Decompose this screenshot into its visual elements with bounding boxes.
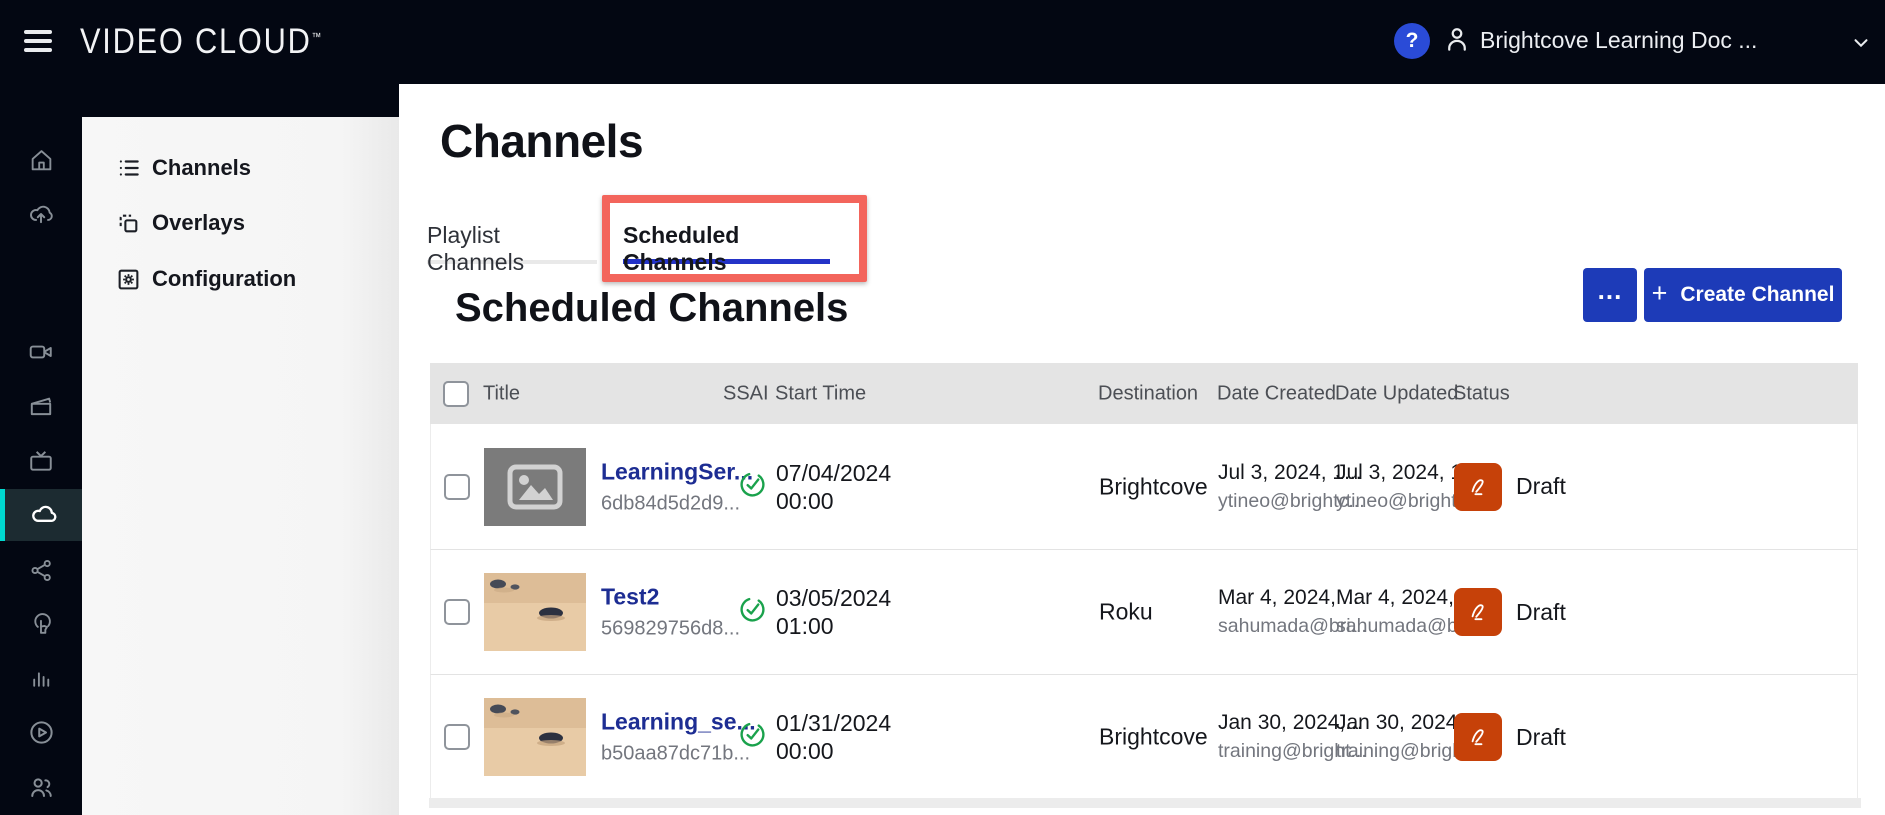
destination-cell: Brightcove	[1099, 724, 1208, 751]
status-cell: Draft	[1454, 463, 1566, 511]
account-menu[interactable]: Brightcove Learning Doc ...	[1480, 27, 1757, 54]
table-header: Title SSAI Start Time Destination Date C…	[430, 363, 1858, 424]
placeholder-image-icon	[484, 448, 586, 526]
channel-title-link[interactable]: LearningSer...	[601, 458, 753, 485]
rail-interactivity-icon[interactable]	[0, 598, 82, 650]
column-header-destination[interactable]: Destination	[1098, 382, 1198, 405]
draft-pen-icon	[1454, 588, 1502, 636]
column-header-ssai[interactable]: SSAI	[723, 382, 769, 405]
sidebar-item-channels[interactable]: Channels	[82, 145, 399, 191]
column-header-start-time[interactable]: Start Time	[775, 382, 866, 405]
sidebar-item-label: Overlays	[152, 210, 245, 236]
rail-tv-icon[interactable]	[0, 435, 82, 487]
list-icon	[116, 155, 142, 181]
nav-rail	[0, 84, 82, 815]
table-row: Learning_se... b50aa87dc71b... 01/31/202…	[430, 674, 1858, 799]
sidebar-item-configuration[interactable]: Configuration	[82, 256, 399, 302]
status-label: Draft	[1516, 473, 1566, 500]
page-title: Channels	[440, 114, 643, 168]
main-content: Channels Playlist Channels Scheduled Cha…	[399, 84, 1885, 815]
sidebar-item-label: Channels	[152, 155, 251, 181]
column-header-title[interactable]: Title	[483, 382, 520, 405]
channel-id: 6db84d5d2d9...	[601, 492, 753, 515]
channels-sidebar: Channels Overlays Configuration	[82, 117, 399, 815]
table-bottom-divider	[429, 798, 1861, 808]
rail-play-circle-icon[interactable]	[0, 706, 82, 758]
column-header-date-created[interactable]: Date Created	[1217, 382, 1336, 405]
rail-share-icon[interactable]	[0, 544, 82, 596]
status-label: Draft	[1516, 599, 1566, 626]
status-cell: Draft	[1454, 588, 1566, 636]
tab-playlist-channels[interactable]: Playlist Channels	[427, 222, 597, 264]
select-all-checkbox[interactable]	[443, 381, 469, 407]
ssai-check-icon	[738, 720, 767, 754]
ssai-check-icon	[738, 470, 767, 504]
start-time-cell: 07/04/2024 00:00	[776, 459, 891, 515]
rail-analytics-icon[interactable]	[0, 652, 82, 704]
chevron-down-icon[interactable]	[1850, 32, 1872, 59]
rail-upload-icon[interactable]	[0, 188, 82, 240]
section-title: Scheduled Channels	[455, 286, 848, 331]
overlays-icon	[116, 211, 142, 236]
rail-home-icon[interactable]	[0, 134, 82, 186]
top-bar: VIDEO CLOUD™ ? Brightcove Learning Doc .…	[0, 0, 1885, 84]
rail-channels-cloud-icon[interactable]	[0, 489, 82, 541]
draft-pen-icon	[1454, 463, 1502, 511]
scheduled-channels-table: Title SSAI Start Time Destination Date C…	[430, 363, 1858, 799]
hamburger-menu-icon[interactable]	[24, 30, 52, 54]
channel-thumbnail[interactable]	[484, 698, 586, 776]
channel-id: b50aa87dc71b...	[601, 743, 756, 766]
status-cell: Draft	[1454, 713, 1566, 761]
channel-id: 569829756d8...	[601, 618, 740, 641]
tab-scheduled-channels[interactable]: Scheduled Channels	[623, 222, 830, 264]
video-cloud-logo: VIDEO CLOUD™	[80, 22, 321, 62]
row-checkbox[interactable]	[444, 599, 470, 625]
destination-cell: Roku	[1099, 599, 1153, 626]
user-icon	[1442, 24, 1472, 59]
draft-pen-icon	[1454, 713, 1502, 761]
table-row: Test2 569829756d8... 03/05/2024 01:00 Ro…	[430, 549, 1858, 674]
plus-icon: +	[1652, 278, 1668, 309]
row-checkbox[interactable]	[444, 724, 470, 750]
sidebar-item-label: Configuration	[152, 266, 296, 292]
create-channel-button[interactable]: + Create Channel	[1644, 268, 1842, 322]
destination-cell: Brightcove	[1099, 473, 1208, 500]
column-header-date-updated[interactable]: Date Updated	[1335, 382, 1458, 405]
channel-title-link[interactable]: Learning_se...	[601, 709, 756, 736]
start-time-cell: 01/31/2024 00:00	[776, 709, 891, 765]
gear-square-icon	[116, 267, 142, 292]
help-button[interactable]: ?	[1394, 23, 1430, 59]
ssai-check-icon	[738, 595, 767, 629]
rail-users-icon[interactable]	[0, 761, 82, 813]
channel-title-link[interactable]: Test2	[601, 584, 740, 611]
rail-clapperboard-icon[interactable]	[0, 380, 82, 432]
row-checkbox[interactable]	[444, 474, 470, 500]
status-label: Draft	[1516, 724, 1566, 751]
column-header-status[interactable]: Status	[1453, 382, 1510, 405]
rail-video-camera-icon[interactable]	[0, 326, 82, 378]
start-time-cell: 03/05/2024 01:00	[776, 584, 891, 640]
more-actions-button[interactable]: ...	[1583, 268, 1637, 322]
sidebar-item-overlays[interactable]: Overlays	[82, 200, 399, 246]
video-cloud-app: VIDEO CLOUD™ ? Brightcove Learning Doc .…	[0, 0, 1885, 815]
table-row: LearningSer... 6db84d5d2d9... 07/04/2024…	[430, 424, 1858, 549]
channel-thumbnail[interactable]	[484, 448, 586, 526]
channel-thumbnail[interactable]	[484, 573, 586, 651]
